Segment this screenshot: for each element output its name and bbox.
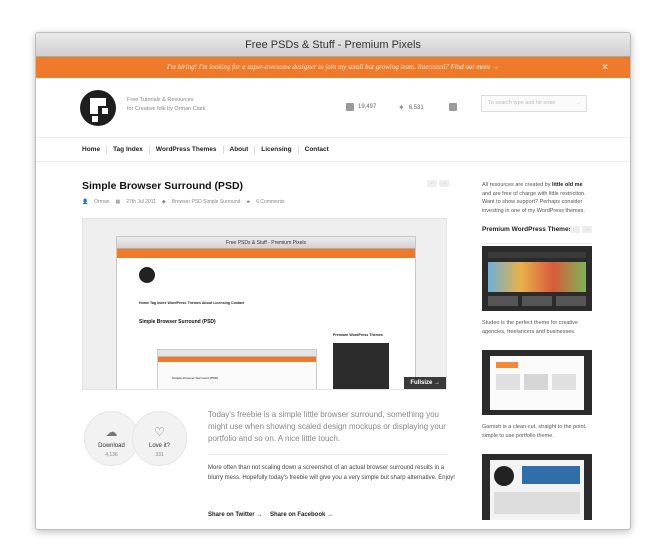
nav-wordpress-themes[interactable]: WordPress Themes	[156, 146, 217, 153]
preview-logo	[139, 267, 155, 283]
sidebar-intro-text-2: and are free of charge with little restr…	[482, 190, 586, 214]
calendar-icon: ▦	[115, 199, 121, 205]
nav-about[interactable]: About	[230, 146, 249, 153]
close-banner-button[interactable]: ×	[602, 57, 608, 78]
post-meta: 👤 Orman ▦ 27th Jul 2011 ◆ Browser PSD Si…	[82, 199, 285, 205]
love-label: Love it?	[148, 443, 170, 449]
nav-divider	[106, 145, 108, 154]
rss-icon	[346, 103, 354, 111]
main-nav: Home Tag Index WordPress Themes About Li…	[36, 138, 630, 162]
post-title: Simple Browser Surround (PSD)	[82, 180, 244, 192]
site-tagline: Free Tutorials & Resources for Creative …	[127, 96, 206, 114]
fullsize-button[interactable]: Fullsize →	[404, 377, 446, 389]
premium-pixels-logo[interactable]	[80, 90, 116, 126]
post-lead: Today's freebie is a simple little brows…	[208, 410, 446, 443]
download-count: 4,136	[105, 452, 118, 458]
nav-divider	[297, 145, 299, 154]
post-date: 27th Jul 2011	[126, 199, 156, 205]
tag-icon: ◆	[161, 199, 166, 205]
sidebar-intro-bold: little old me	[552, 182, 583, 188]
nav-home[interactable]: Home	[82, 146, 100, 153]
theme-thumb-studeo[interactable]	[482, 246, 592, 311]
divider	[208, 454, 448, 455]
sidebar-heading: Premium WordPress Themes	[482, 226, 573, 233]
facebook-link[interactable]	[449, 103, 457, 111]
nav-licensing[interactable]: Licensing	[261, 146, 291, 153]
twitter-bird-icon: ✦	[398, 103, 405, 112]
rss-count: 19,497	[358, 104, 377, 110]
search-placeholder: To search type and hit enter	[488, 100, 556, 106]
preview-sidebar-head: Premium WordPress Themes	[333, 333, 383, 337]
sidebar-divider	[482, 243, 592, 244]
preview-nav: Home Tag Index WordPress Themes About Li…	[139, 301, 245, 305]
facebook-icon	[449, 103, 457, 111]
nav-divider	[148, 145, 150, 154]
download-label: Download	[98, 443, 125, 449]
author-icon: 👤	[82, 199, 89, 205]
cloud-download-icon: ☁	[105, 425, 118, 439]
nav-tag-index[interactable]: Tag Index	[113, 146, 143, 153]
theme-caption-garnish: Garnish is a clean-cut, straight to the …	[482, 424, 587, 439]
post-pager: ← →	[427, 180, 449, 187]
post-tags[interactable]: Browser PSD Simple Surround	[172, 199, 241, 205]
theme-thumb-garnish[interactable]	[482, 350, 592, 415]
nav-contact[interactable]: Contact	[305, 146, 329, 153]
twitter-count: 6,531	[408, 104, 424, 111]
window-title: Free PSDs & Stuff - Premium Pixels	[36, 33, 630, 57]
theme-thumb-third[interactable]	[482, 454, 592, 520]
preview-theme-thumb	[333, 343, 389, 389]
theme-caption-studeo: Studeo is the perfect theme for creative…	[482, 320, 578, 335]
post-preview-image[interactable]: Free PSDs & Stuff - Premium Pixels Home …	[82, 218, 447, 390]
post-comments[interactable]: 6 Comments	[256, 199, 284, 205]
prev-post-button[interactable]: ←	[427, 180, 437, 187]
sidebar-pager: ← →	[570, 226, 592, 233]
hiring-message: I'm hiring! I'm looking for a super-awes…	[166, 63, 449, 71]
love-count: 331	[155, 452, 164, 458]
preview-browser: Free PSDs & Stuff - Premium Pixels Home …	[116, 236, 416, 389]
post-author[interactable]: Orman	[94, 199, 109, 205]
site-header: Free Tutorials & Resources for Creative …	[36, 78, 630, 138]
tagline-line-2: for Creative folk by Orman Clark	[127, 106, 206, 112]
sidebar-prev-button[interactable]: ←	[570, 226, 580, 233]
share-facebook-link[interactable]: Share on Facebook →	[270, 512, 333, 518]
heart-icon: ♡	[154, 425, 165, 439]
rss-counter[interactable]: 19,497	[346, 103, 376, 111]
tagline-line-1: Free Tutorials & Resources	[127, 97, 194, 103]
download-button[interactable]: ☁ Download 4,136	[84, 411, 139, 466]
preview-window-title: Free PSDs & Stuff - Premium Pixels	[117, 237, 415, 249]
preview-hire-bar	[117, 249, 415, 258]
browser-window: Free PSDs & Stuff - Premium Pixels I'm h…	[35, 32, 631, 530]
hiring-banner: I'm hiring! I'm looking for a super-awes…	[36, 57, 630, 78]
love-it-button[interactable]: ♡ Love it? 331	[132, 411, 187, 466]
search-arrow-icon: →	[575, 100, 582, 106]
sidebar-intro: All resources are created by little old …	[482, 181, 592, 215]
preview-nested-browser: Simple Browser Surround (PSD)	[157, 349, 317, 389]
post-body: More often than not scaling down a scree…	[208, 465, 455, 481]
comments-icon: ▰	[246, 199, 251, 205]
share-twitter-link[interactable]: Share on Twitter →	[208, 512, 262, 518]
next-post-button[interactable]: →	[439, 180, 449, 187]
sidebar-next-button[interactable]: →	[582, 226, 592, 233]
preview-post-title: Simple Browser Surround (PSD)	[139, 319, 216, 325]
nav-divider	[254, 145, 256, 154]
preview-nested-title: Simple Browser Surround (PSD)	[172, 376, 219, 380]
sidebar-intro-text: All resources are created by	[482, 182, 551, 188]
nav-divider	[222, 145, 224, 154]
preview-sidebar: Premium WordPress Themes	[333, 319, 409, 389]
find-out-more-link[interactable]: Find out more →	[451, 63, 500, 71]
twitter-counter[interactable]: ✦ 6,531	[398, 103, 424, 112]
search-input[interactable]: To search type and hit enter →	[481, 95, 587, 112]
